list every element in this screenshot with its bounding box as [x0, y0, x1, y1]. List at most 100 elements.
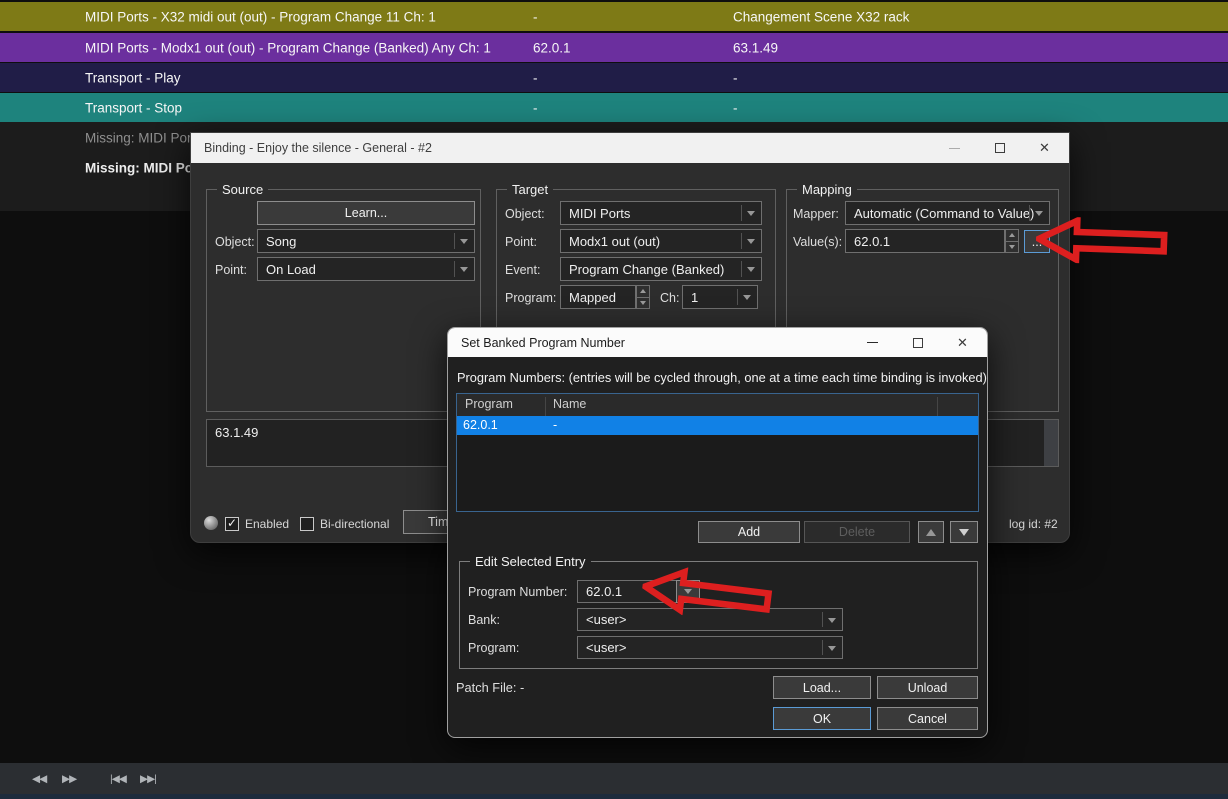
close-icon[interactable] — [1022, 133, 1067, 163]
skip-to-start-icon[interactable]: |◀◀ — [110, 773, 126, 785]
mapping-legend: Mapping — [797, 182, 857, 197]
values-input[interactable]: 62.0.1 — [845, 229, 1005, 253]
source-point-value: On Load — [266, 262, 316, 277]
log-id-label: log id: #2 — [1009, 517, 1058, 531]
program-number-input[interactable]: 62.0.1 — [577, 580, 677, 603]
target-program-input[interactable]: Mapped — [560, 285, 636, 309]
mapper-select[interactable]: Automatic (Command to Value) — [845, 201, 1050, 225]
program-number-label: Program Number: — [468, 585, 567, 599]
patch-file-label: Patch File: - — [456, 680, 524, 695]
minimize-icon[interactable] — [850, 328, 895, 357]
values-more-button[interactable]: ... — [1024, 230, 1050, 253]
binding-dialog-titlebar[interactable]: Binding - Enjoy the silence - General - … — [191, 133, 1069, 163]
binding-row-stop[interactable]: Transport - Stop - - — [0, 93, 1228, 122]
table-row-selected[interactable]: 62.0.1 - — [457, 416, 978, 435]
enabled-checkbox[interactable] — [225, 517, 239, 531]
source-group: Source Learn... Object: Song Point: On L… — [206, 189, 481, 412]
source-object-select[interactable]: Song — [257, 229, 475, 253]
step-down-icon[interactable] — [636, 298, 650, 310]
step-up-icon[interactable] — [1005, 229, 1019, 242]
comment-cell: Changement Scene X32 rack — [733, 9, 909, 24]
binding-notes-value: 63.1.49 — [215, 425, 258, 440]
fast-forward-icon[interactable]: ▶▶ — [62, 773, 76, 785]
mapper-label: Mapper: — [793, 207, 839, 221]
values-label: Value(s): — [793, 235, 842, 249]
comment-cell: 63.1.49 — [733, 40, 778, 55]
cancel-button[interactable]: Cancel — [877, 707, 978, 730]
transport-bar: ◀◀ ▶▶ |◀◀ ▶▶| — [0, 763, 1228, 794]
mapper-value: Automatic (Command to Value) — [854, 206, 1034, 221]
move-up-button[interactable] — [918, 521, 944, 543]
step-up-icon[interactable] — [636, 285, 650, 298]
program-label: Program: — [468, 641, 519, 655]
enabled-label: Enabled — [245, 517, 289, 531]
close-icon[interactable] — [940, 328, 985, 357]
load-button[interactable]: Load... — [773, 676, 871, 699]
bidirectional-checkbox[interactable] — [300, 517, 314, 531]
target-ch-value: 1 — [691, 290, 698, 305]
column-header-name: Name — [553, 397, 586, 411]
table-header-row: Program Name — [457, 394, 978, 416]
target-object-value: MIDI Ports — [569, 206, 630, 221]
value-cell: - — [533, 70, 538, 85]
comment-cell: - — [733, 100, 738, 115]
rewind-icon[interactable]: ◀◀ — [32, 773, 46, 785]
add-button[interactable]: Add — [698, 521, 800, 543]
target-point-value: Modx1 out (out) — [569, 234, 660, 249]
target-ch-select[interactable]: 1 — [682, 285, 758, 309]
binding-cell: MIDI Ports - X32 midi out (out) - Progra… — [85, 9, 436, 24]
minimize-icon[interactable] — [932, 133, 977, 163]
skip-to-end-icon[interactable]: ▶▶| — [140, 773, 156, 785]
edit-selected-entry-group: Edit Selected Entry Program Number: 62.0… — [459, 561, 978, 669]
target-program-stepper[interactable] — [636, 285, 650, 309]
notes-scrollbar[interactable] — [1044, 420, 1058, 466]
value-cell: - — [533, 9, 538, 24]
bank-label: Bank: — [468, 613, 500, 627]
banked-dialog-titlebar[interactable]: Set Banked Program Number — [448, 328, 987, 357]
down-arrow-icon — [959, 529, 969, 536]
value-cell: 62.0.1 — [533, 40, 571, 55]
program-select[interactable]: <user> — [577, 636, 843, 659]
column-divider — [545, 397, 546, 416]
bank-select[interactable]: <user> — [577, 608, 843, 631]
value-cell: - — [533, 100, 538, 115]
bidirectional-label: Bi-directional — [320, 517, 389, 531]
target-event-label: Event: — [505, 263, 540, 277]
source-point-select[interactable]: On Load — [257, 257, 475, 281]
maximize-icon[interactable] — [977, 133, 1022, 163]
delete-button[interactable]: Delete — [804, 521, 910, 543]
target-program-label: Program: — [505, 291, 556, 305]
column-header-program: Program — [465, 397, 513, 411]
target-object-label: Object: — [505, 207, 545, 221]
values-value: 62.0.1 — [854, 234, 890, 249]
source-object-label: Object: — [215, 235, 255, 249]
binding-status-led — [204, 516, 218, 530]
source-point-label: Point: — [215, 263, 247, 277]
move-down-button[interactable] — [950, 521, 978, 543]
binding-row-play[interactable]: Transport - Play - - — [0, 63, 1228, 92]
source-object-value: Song — [266, 234, 296, 249]
binding-cell: Missing: MIDI Ports — [85, 131, 202, 146]
bottom-edge-strip — [0, 794, 1228, 799]
learn-button[interactable]: Learn... — [257, 201, 475, 225]
comment-cell: - — [733, 70, 738, 85]
values-stepper[interactable] — [1005, 229, 1019, 253]
ok-button[interactable]: OK — [773, 707, 871, 730]
unload-button[interactable]: Unload — [877, 676, 978, 699]
bank-value: <user> — [586, 612, 626, 627]
maximize-icon[interactable] — [895, 328, 940, 357]
binding-cell: MIDI Ports - Modx1 out (out) - Program C… — [85, 40, 491, 55]
binding-row-scene[interactable]: MIDI Ports - X32 midi out (out) - Progra… — [0, 2, 1228, 31]
binding-row-banked[interactable]: MIDI Ports - Modx1 out (out) - Program C… — [0, 33, 1228, 62]
program-numbers-table[interactable]: Program Name 62.0.1 - — [456, 393, 979, 512]
target-object-select[interactable]: MIDI Ports — [560, 201, 762, 225]
program-value: <user> — [586, 640, 626, 655]
target-legend: Target — [507, 182, 553, 197]
target-point-label: Point: — [505, 235, 537, 249]
step-down-icon[interactable] — [1005, 242, 1019, 254]
target-point-select[interactable]: Modx1 out (out) — [560, 229, 762, 253]
target-event-select[interactable]: Program Change (Banked) — [560, 257, 762, 281]
up-arrow-icon — [926, 529, 936, 536]
set-banked-program-dialog: Set Banked Program Number Program Number… — [447, 327, 988, 738]
program-number-dropdown-button[interactable] — [676, 580, 700, 603]
